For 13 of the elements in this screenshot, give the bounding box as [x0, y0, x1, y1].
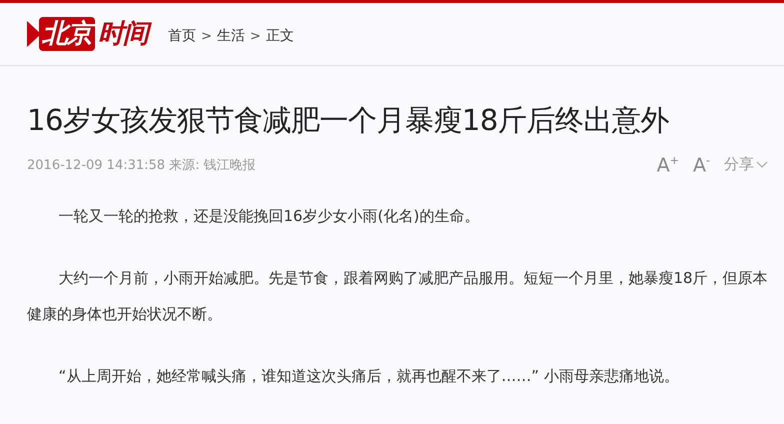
breadcrumb-link[interactable]: 正文 [266, 27, 294, 45]
breadcrumb-separator: > [201, 28, 212, 44]
chevron-icon [756, 160, 768, 169]
breadcrumb-separator: > [250, 28, 261, 44]
font-size-button[interactable]: A$^{+}$ [656, 154, 680, 176]
article-paragraph: “从上周开始，她经常喊头痛，谁知道这次头痛后，就再也醒不来了……” 小雨母亲悲痛地说。 [58, 366, 680, 387]
article-paragraph: 大约一个月前，小雨开始减肥。先是节食，跟着网购了减肥产品服用。短短一个月里，她暴瘦18斤，但原本健康的身体也开始状况不断。 [27, 268, 768, 325]
article-title: 16岁女孩发狠节食减肥一个月暴瘦18斤后终出意外 [27, 102, 670, 139]
breadcrumb-link[interactable]: 生活 [216, 27, 245, 45]
article-paragraph: 一轮又一轮的抢救，还是没能挽回16岁少女小雨(化名)的生命。 [58, 206, 480, 227]
font-size-button[interactable]: A$^{-}$ [693, 154, 710, 176]
breadcrumb-link[interactable]: 首页 [168, 27, 196, 45]
article-meta: 2016-12-09 14:31:58 来源: 钱江晚报 [27, 157, 256, 174]
